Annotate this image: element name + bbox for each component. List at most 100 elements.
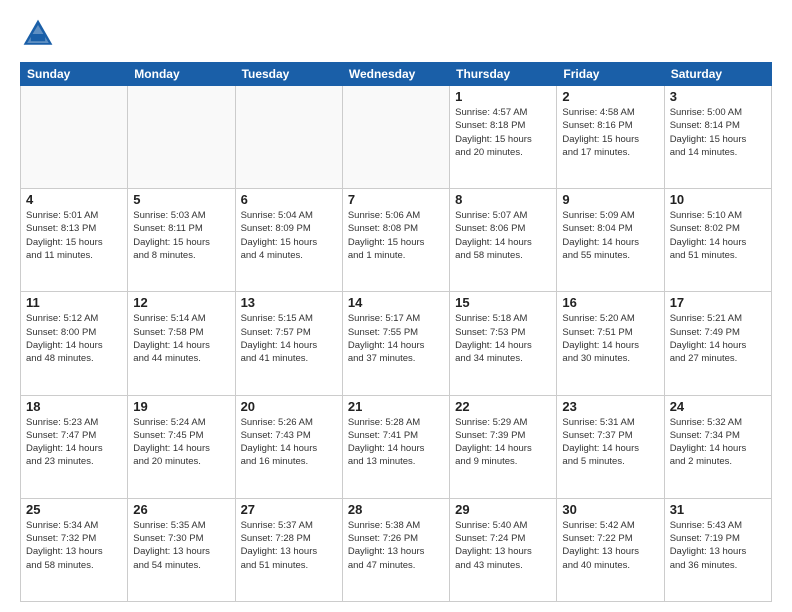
logo <box>20 16 60 52</box>
day-info: Sunrise: 5:29 AM Sunset: 7:39 PM Dayligh… <box>455 416 551 469</box>
day-number: 14 <box>348 295 444 310</box>
day-number: 12 <box>133 295 229 310</box>
day-number: 15 <box>455 295 551 310</box>
calendar-week-row: 25 Sunrise: 5:34 AM Sunset: 7:32 PM Dayli… <box>21 498 772 601</box>
calendar-day-header: Monday <box>128 63 235 86</box>
day-number: 18 <box>26 399 122 414</box>
calendar-day-header: Thursday <box>450 63 557 86</box>
day-info: Sunrise: 5:35 AM Sunset: 7:30 PM Dayligh… <box>133 519 229 572</box>
calendar-cell: 5 Sunrise: 5:03 AM Sunset: 8:11 PM Daylig… <box>128 189 235 292</box>
day-number: 17 <box>670 295 766 310</box>
calendar-cell: 2 Sunrise: 4:58 AM Sunset: 8:16 PM Daylig… <box>557 86 664 189</box>
day-info: Sunrise: 5:26 AM Sunset: 7:43 PM Dayligh… <box>241 416 337 469</box>
calendar-day-header: Saturday <box>664 63 771 86</box>
day-number: 22 <box>455 399 551 414</box>
day-info: Sunrise: 5:07 AM Sunset: 8:06 PM Dayligh… <box>455 209 551 262</box>
day-number: 26 <box>133 502 229 517</box>
day-info: Sunrise: 5:43 AM Sunset: 7:19 PM Dayligh… <box>670 519 766 572</box>
calendar-cell: 15 Sunrise: 5:18 AM Sunset: 7:53 PM Dayli… <box>450 292 557 395</box>
calendar-day-header: Friday <box>557 63 664 86</box>
calendar-cell: 22 Sunrise: 5:29 AM Sunset: 7:39 PM Dayli… <box>450 395 557 498</box>
calendar-header-row: SundayMondayTuesdayWednesdayThursdayFrid… <box>21 63 772 86</box>
day-number: 27 <box>241 502 337 517</box>
day-info: Sunrise: 5:32 AM Sunset: 7:34 PM Dayligh… <box>670 416 766 469</box>
calendar-cell: 27 Sunrise: 5:37 AM Sunset: 7:28 PM Dayli… <box>235 498 342 601</box>
day-info: Sunrise: 5:06 AM Sunset: 8:08 PM Dayligh… <box>348 209 444 262</box>
calendar-cell: 14 Sunrise: 5:17 AM Sunset: 7:55 PM Dayli… <box>342 292 449 395</box>
day-info: Sunrise: 5:34 AM Sunset: 7:32 PM Dayligh… <box>26 519 122 572</box>
day-number: 30 <box>562 502 658 517</box>
calendar-cell <box>21 86 128 189</box>
day-number: 9 <box>562 192 658 207</box>
day-number: 25 <box>26 502 122 517</box>
day-number: 29 <box>455 502 551 517</box>
day-info: Sunrise: 5:37 AM Sunset: 7:28 PM Dayligh… <box>241 519 337 572</box>
day-info: Sunrise: 5:12 AM Sunset: 8:00 PM Dayligh… <box>26 312 122 365</box>
calendar-cell: 16 Sunrise: 5:20 AM Sunset: 7:51 PM Dayli… <box>557 292 664 395</box>
calendar-cell: 8 Sunrise: 5:07 AM Sunset: 8:06 PM Daylig… <box>450 189 557 292</box>
day-info: Sunrise: 5:23 AM Sunset: 7:47 PM Dayligh… <box>26 416 122 469</box>
calendar-cell: 3Sunrise: 5:00 AM Sunset: 8:14 PM Daylig… <box>664 86 771 189</box>
calendar-cell <box>235 86 342 189</box>
day-number: 8 <box>455 192 551 207</box>
day-number: 3 <box>670 89 766 104</box>
calendar-cell: 31 Sunrise: 5:43 AM Sunset: 7:19 PM Dayli… <box>664 498 771 601</box>
calendar-cell: 9 Sunrise: 5:09 AM Sunset: 8:04 PM Daylig… <box>557 189 664 292</box>
day-info: Sunrise: 5:01 AM Sunset: 8:13 PM Dayligh… <box>26 209 122 262</box>
day-info: Sunrise: 5:40 AM Sunset: 7:24 PM Dayligh… <box>455 519 551 572</box>
day-number: 5 <box>133 192 229 207</box>
day-number: 16 <box>562 295 658 310</box>
day-info: Sunrise: 5:24 AM Sunset: 7:45 PM Dayligh… <box>133 416 229 469</box>
day-info: Sunrise: 4:57 AM Sunset: 8:18 PM Dayligh… <box>455 106 551 159</box>
calendar-cell: 21 Sunrise: 5:28 AM Sunset: 7:41 PM Dayli… <box>342 395 449 498</box>
day-info: Sunrise: 5:09 AM Sunset: 8:04 PM Dayligh… <box>562 209 658 262</box>
day-number: 31 <box>670 502 766 517</box>
day-info: Sunrise: 5:03 AM Sunset: 8:11 PM Dayligh… <box>133 209 229 262</box>
logo-icon <box>20 16 56 52</box>
day-info: Sunrise: 5:14 AM Sunset: 7:58 PM Dayligh… <box>133 312 229 365</box>
day-info: Sunrise: 5:28 AM Sunset: 7:41 PM Dayligh… <box>348 416 444 469</box>
calendar-cell: 24 Sunrise: 5:32 AM Sunset: 7:34 PM Dayli… <box>664 395 771 498</box>
calendar-cell: 11 Sunrise: 5:12 AM Sunset: 8:00 PM Dayli… <box>21 292 128 395</box>
day-number: 7 <box>348 192 444 207</box>
header <box>20 16 772 52</box>
calendar-day-header: Tuesday <box>235 63 342 86</box>
calendar-cell: 12 Sunrise: 5:14 AM Sunset: 7:58 PM Dayli… <box>128 292 235 395</box>
calendar-cell: 13 Sunrise: 5:15 AM Sunset: 7:57 PM Dayli… <box>235 292 342 395</box>
calendar-cell: 29 Sunrise: 5:40 AM Sunset: 7:24 PM Dayli… <box>450 498 557 601</box>
day-number: 20 <box>241 399 337 414</box>
calendar-week-row: 11 Sunrise: 5:12 AM Sunset: 8:00 PM Dayli… <box>21 292 772 395</box>
day-info: Sunrise: 5:31 AM Sunset: 7:37 PM Dayligh… <box>562 416 658 469</box>
page: SundayMondayTuesdayWednesdayThursdayFrid… <box>0 0 792 612</box>
calendar-cell: 23 Sunrise: 5:31 AM Sunset: 7:37 PM Dayli… <box>557 395 664 498</box>
calendar-table: SundayMondayTuesdayWednesdayThursdayFrid… <box>20 62 772 602</box>
day-number: 13 <box>241 295 337 310</box>
day-info: Sunrise: 5:17 AM Sunset: 7:55 PM Dayligh… <box>348 312 444 365</box>
day-number: 1 <box>455 89 551 104</box>
calendar-cell: 7 Sunrise: 5:06 AM Sunset: 8:08 PM Daylig… <box>342 189 449 292</box>
calendar-cell: 30 Sunrise: 5:42 AM Sunset: 7:22 PM Dayli… <box>557 498 664 601</box>
calendar-cell: 26 Sunrise: 5:35 AM Sunset: 7:30 PM Dayli… <box>128 498 235 601</box>
day-number: 2 <box>562 89 658 104</box>
day-number: 21 <box>348 399 444 414</box>
day-info: Sunrise: 5:21 AM Sunset: 7:49 PM Dayligh… <box>670 312 766 365</box>
day-info: Sunrise: 5:20 AM Sunset: 7:51 PM Dayligh… <box>562 312 658 365</box>
calendar-cell: 28Sunrise: 5:38 AM Sunset: 7:26 PM Dayli… <box>342 498 449 601</box>
calendar-cell: 10Sunrise: 5:10 AM Sunset: 8:02 PM Dayli… <box>664 189 771 292</box>
day-number: 10 <box>670 192 766 207</box>
day-number: 11 <box>26 295 122 310</box>
calendar-cell: 20 Sunrise: 5:26 AM Sunset: 7:43 PM Dayli… <box>235 395 342 498</box>
day-info: Sunrise: 5:18 AM Sunset: 7:53 PM Dayligh… <box>455 312 551 365</box>
calendar-cell: 1 Sunrise: 4:57 AM Sunset: 8:18 PM Daylig… <box>450 86 557 189</box>
day-number: 28 <box>348 502 444 517</box>
day-info: Sunrise: 5:15 AM Sunset: 7:57 PM Dayligh… <box>241 312 337 365</box>
day-number: 24 <box>670 399 766 414</box>
day-info: Sunrise: 4:58 AM Sunset: 8:16 PM Dayligh… <box>562 106 658 159</box>
day-info: Sunrise: 5:42 AM Sunset: 7:22 PM Dayligh… <box>562 519 658 572</box>
day-number: 23 <box>562 399 658 414</box>
day-info: Sunrise: 5:04 AM Sunset: 8:09 PM Dayligh… <box>241 209 337 262</box>
day-number: 6 <box>241 192 337 207</box>
calendar-week-row: 1 Sunrise: 4:57 AM Sunset: 8:18 PM Daylig… <box>21 86 772 189</box>
calendar-day-header: Sunday <box>21 63 128 86</box>
calendar-week-row: 4Sunrise: 5:01 AM Sunset: 8:13 PM Daylig… <box>21 189 772 292</box>
